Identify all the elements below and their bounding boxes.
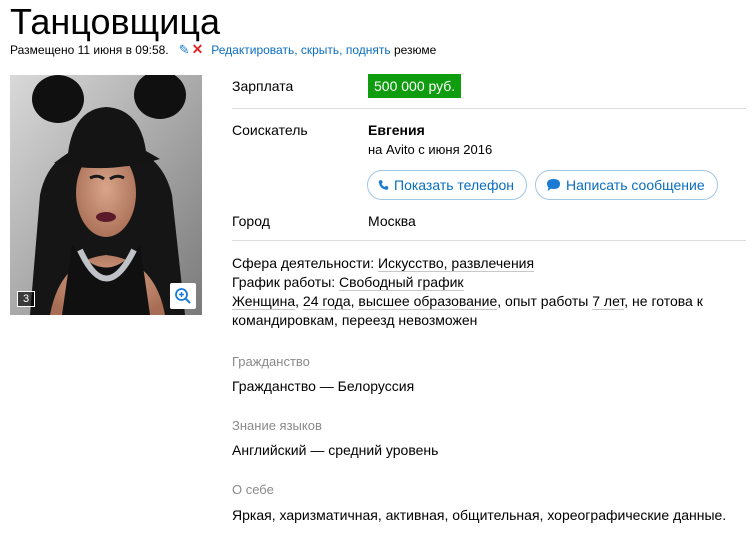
gender-link[interactable]: Женщина [232, 293, 296, 310]
field-row: Сфера деятельности: Искусство, развлечен… [232, 254, 742, 273]
edit-hide-raise-link[interactable]: Редактировать, скрыть, поднять [211, 43, 390, 57]
write-message-label: Написать сообщение [566, 177, 705, 193]
show-phone-button[interactable]: Показать телефон [367, 170, 527, 200]
posted-date: Размещено 11 июня в 09:58. [10, 43, 169, 57]
languages-value: Английский — средний уровень [232, 442, 439, 458]
education-link[interactable]: высшее образование [358, 293, 498, 310]
photo-image [10, 75, 202, 315]
divider [232, 108, 746, 109]
schedule-link[interactable]: Свободный график [339, 274, 464, 291]
write-message-button[interactable]: Написать сообщение [535, 170, 718, 200]
ad-title: Танцовщица [10, 1, 221, 42]
job-details: Сфера деятельности: Искусство, развлечен… [232, 254, 742, 330]
experience-prefix: , опыт работы [497, 293, 593, 309]
personal-info: Женщина, 24 года, высшее образование, оп… [232, 292, 742, 330]
phone-icon [378, 180, 389, 190]
applicant-label: Соискатель [232, 122, 308, 138]
citizenship-value: Гражданство — Белоруссия [232, 378, 415, 394]
speech-bubble-icon [547, 179, 560, 191]
about-value: Яркая, харизматичная, активная, общитель… [232, 507, 727, 523]
applicant-name: Евгения [368, 122, 425, 138]
photo-count-badge: 3 [17, 291, 36, 307]
citizenship-title: Гражданство [232, 354, 310, 369]
show-phone-label: Показать телефон [394, 177, 514, 193]
age-link[interactable]: 24 года [302, 293, 351, 310]
schedule-row: График работы: Свободный график [232, 273, 742, 292]
divider [232, 240, 746, 241]
about-title: О себе [232, 482, 274, 497]
pencil-icon[interactable]: ✎ [179, 43, 190, 57]
comma: , [295, 293, 303, 309]
salary-label: Зарплата [232, 78, 294, 94]
ad-meta: Размещено 11 июня в 09:58. ✎ ✕ Редактироват… [10, 42, 436, 57]
cross-icon[interactable]: ✕ [192, 42, 204, 56]
city-label: Город [232, 213, 270, 229]
salary-badge: 500 000 руб. [368, 74, 462, 98]
field-link[interactable]: Искусство, развлечения [377, 255, 535, 272]
city-value: Москва [368, 213, 416, 229]
profile-photo[interactable]: 3 [10, 75, 202, 315]
member-since: на Avito с июня 2016 [368, 142, 493, 157]
languages-title: Знание языков [232, 418, 322, 433]
experience-link[interactable]: 7 лет [592, 293, 625, 310]
actions-suffix: резюме [390, 43, 437, 57]
schedule-label: График работы: [232, 274, 340, 290]
magnifier-plus-icon[interactable] [170, 283, 196, 309]
field-label: Сфера деятельности: [232, 255, 378, 271]
